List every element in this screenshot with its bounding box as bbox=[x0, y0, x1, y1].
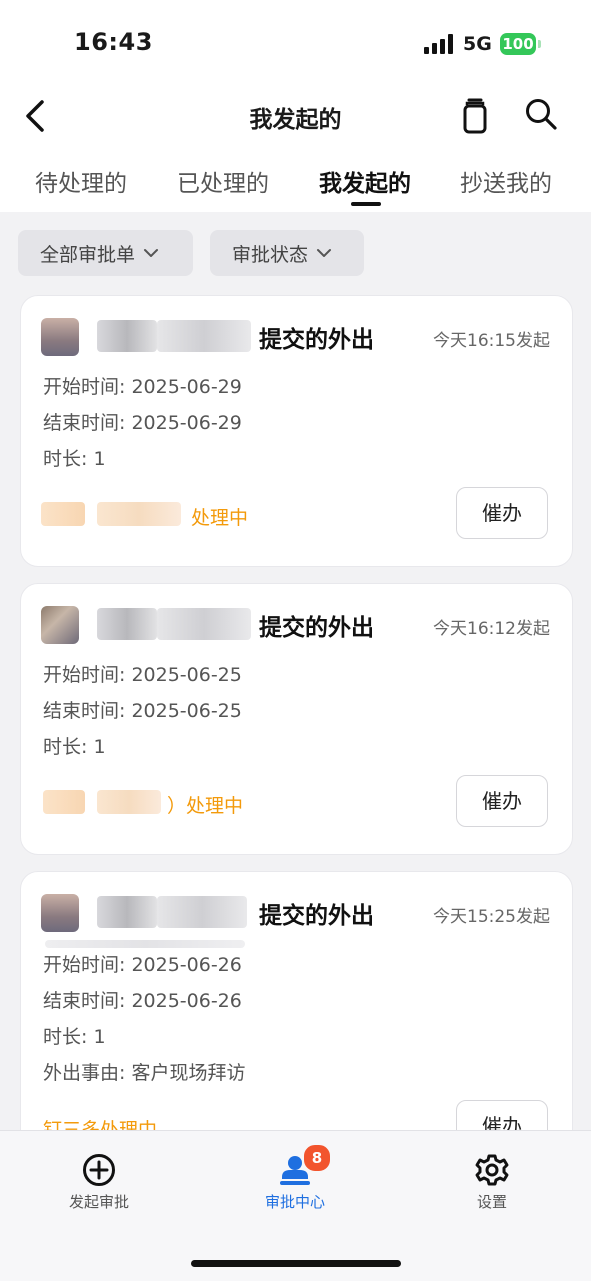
tabbar-label: 发起审批 bbox=[68, 1193, 129, 1211]
blurred-approver bbox=[97, 790, 161, 814]
card-time: 今天16:15发起 bbox=[433, 331, 550, 351]
blurred-name bbox=[97, 320, 157, 352]
urge-button[interactable]: 催办 bbox=[456, 487, 548, 539]
urge-button[interactable]: 催办 bbox=[456, 775, 548, 827]
tab-processed[interactable]: 已处理的 bbox=[177, 164, 269, 198]
search-icon[interactable] bbox=[524, 97, 558, 131]
network-type: 5G bbox=[463, 33, 492, 55]
approval-card[interactable]: 提交的外出 今天16:12发起 开始时间: 2025-06-25 结束时间: 2… bbox=[20, 583, 573, 855]
tabbar-initiate-approval[interactable]: 发起审批 bbox=[34, 1131, 164, 1221]
card-end-time: 结束时间: 2025-06-25 bbox=[43, 700, 242, 722]
card-start-time: 开始时间: 2025-06-29 bbox=[43, 376, 242, 398]
approval-card[interactable]: 提交的外出 今天15:25发起 开始时间: 2025-06-26 结束时间: 2… bbox=[20, 871, 573, 1173]
card-title: 提交的外出 bbox=[259, 903, 374, 929]
blurred-name bbox=[97, 608, 157, 640]
status-time: 16:43 bbox=[74, 28, 153, 56]
page-title: 我发起的 bbox=[249, 107, 342, 133]
card-title: 提交的外出 bbox=[259, 615, 374, 641]
avatar bbox=[41, 318, 79, 356]
home-indicator bbox=[191, 1260, 401, 1267]
signal-icon bbox=[424, 34, 453, 54]
card-start-time: 开始时间: 2025-06-25 bbox=[43, 664, 242, 686]
status-bar: 16:43 5G 100 bbox=[0, 0, 591, 88]
avatar bbox=[41, 606, 79, 644]
blurred-approver bbox=[41, 502, 85, 526]
card-status: 处理中 bbox=[191, 507, 249, 529]
tabbar-label: 审批中心 bbox=[264, 1193, 325, 1211]
blurred-name bbox=[157, 896, 247, 928]
bottom-tab-bar: 发起审批 8 审批中心 设置 bbox=[0, 1130, 591, 1281]
battery-icon: 100 bbox=[500, 33, 536, 55]
card-title: 提交的外出 bbox=[259, 327, 374, 353]
plus-circle-icon bbox=[83, 1154, 115, 1186]
tab-cc[interactable]: 抄送我的 bbox=[460, 164, 552, 198]
card-reason: 外出事由: 客户现场拜访 bbox=[43, 1062, 246, 1084]
card-duration: 时长: 1 bbox=[43, 448, 106, 470]
card-time: 今天16:12发起 bbox=[433, 619, 550, 639]
gear-icon bbox=[475, 1154, 509, 1186]
filter-row: 全部审批单 审批状态 bbox=[0, 230, 591, 278]
filter-label: 全部审批单 bbox=[40, 243, 136, 266]
tab-bar: 待处理的 已处理的 我发起的 抄送我的 bbox=[0, 160, 591, 212]
tabbar-label: 设置 bbox=[476, 1193, 507, 1211]
blurred-approver bbox=[97, 502, 181, 526]
filter-status[interactable]: 审批状态 bbox=[210, 230, 364, 276]
copy-icon[interactable] bbox=[458, 96, 492, 134]
tabbar-approval-center[interactable]: 8 审批中心 bbox=[230, 1131, 360, 1221]
card-time: 今天15:25发起 bbox=[433, 907, 550, 927]
card-duration: 时长: 1 bbox=[43, 1026, 106, 1048]
filter-all-forms[interactable]: 全部审批单 bbox=[18, 230, 193, 276]
blurred-approver bbox=[43, 790, 85, 814]
card-start-time: 开始时间: 2025-06-26 bbox=[43, 954, 242, 976]
nav-bar: 我发起的 bbox=[0, 88, 591, 144]
header-area: 16:43 5G 100 我发起的 待处理的 已处理的 我发起的 抄送我的 bbox=[0, 0, 591, 212]
chevron-down-icon bbox=[144, 249, 159, 257]
approval-card[interactable]: 提交的外出 今天16:15发起 开始时间: 2025-06-29 结束时间: 2… bbox=[20, 295, 573, 567]
filter-label: 审批状态 bbox=[232, 243, 309, 266]
blurred-name bbox=[97, 896, 157, 928]
card-status: ）处理中 bbox=[167, 795, 244, 817]
blurred-name bbox=[157, 608, 251, 640]
card-duration: 时长: 1 bbox=[43, 736, 106, 758]
tab-initiated[interactable]: 我发起的 bbox=[319, 164, 411, 198]
tabbar-settings[interactable]: 设置 bbox=[427, 1131, 557, 1221]
tab-pending[interactable]: 待处理的 bbox=[35, 164, 127, 198]
chevron-down-icon bbox=[317, 249, 332, 257]
notification-badge: 8 bbox=[302, 1143, 332, 1173]
blurred-subtitle bbox=[45, 940, 245, 948]
battery-tip bbox=[538, 40, 541, 48]
blurred-name bbox=[157, 320, 251, 352]
active-tab-indicator bbox=[351, 202, 381, 206]
avatar bbox=[41, 894, 79, 932]
card-end-time: 结束时间: 2025-06-29 bbox=[43, 412, 242, 434]
card-end-time: 结束时间: 2025-06-26 bbox=[43, 990, 242, 1012]
